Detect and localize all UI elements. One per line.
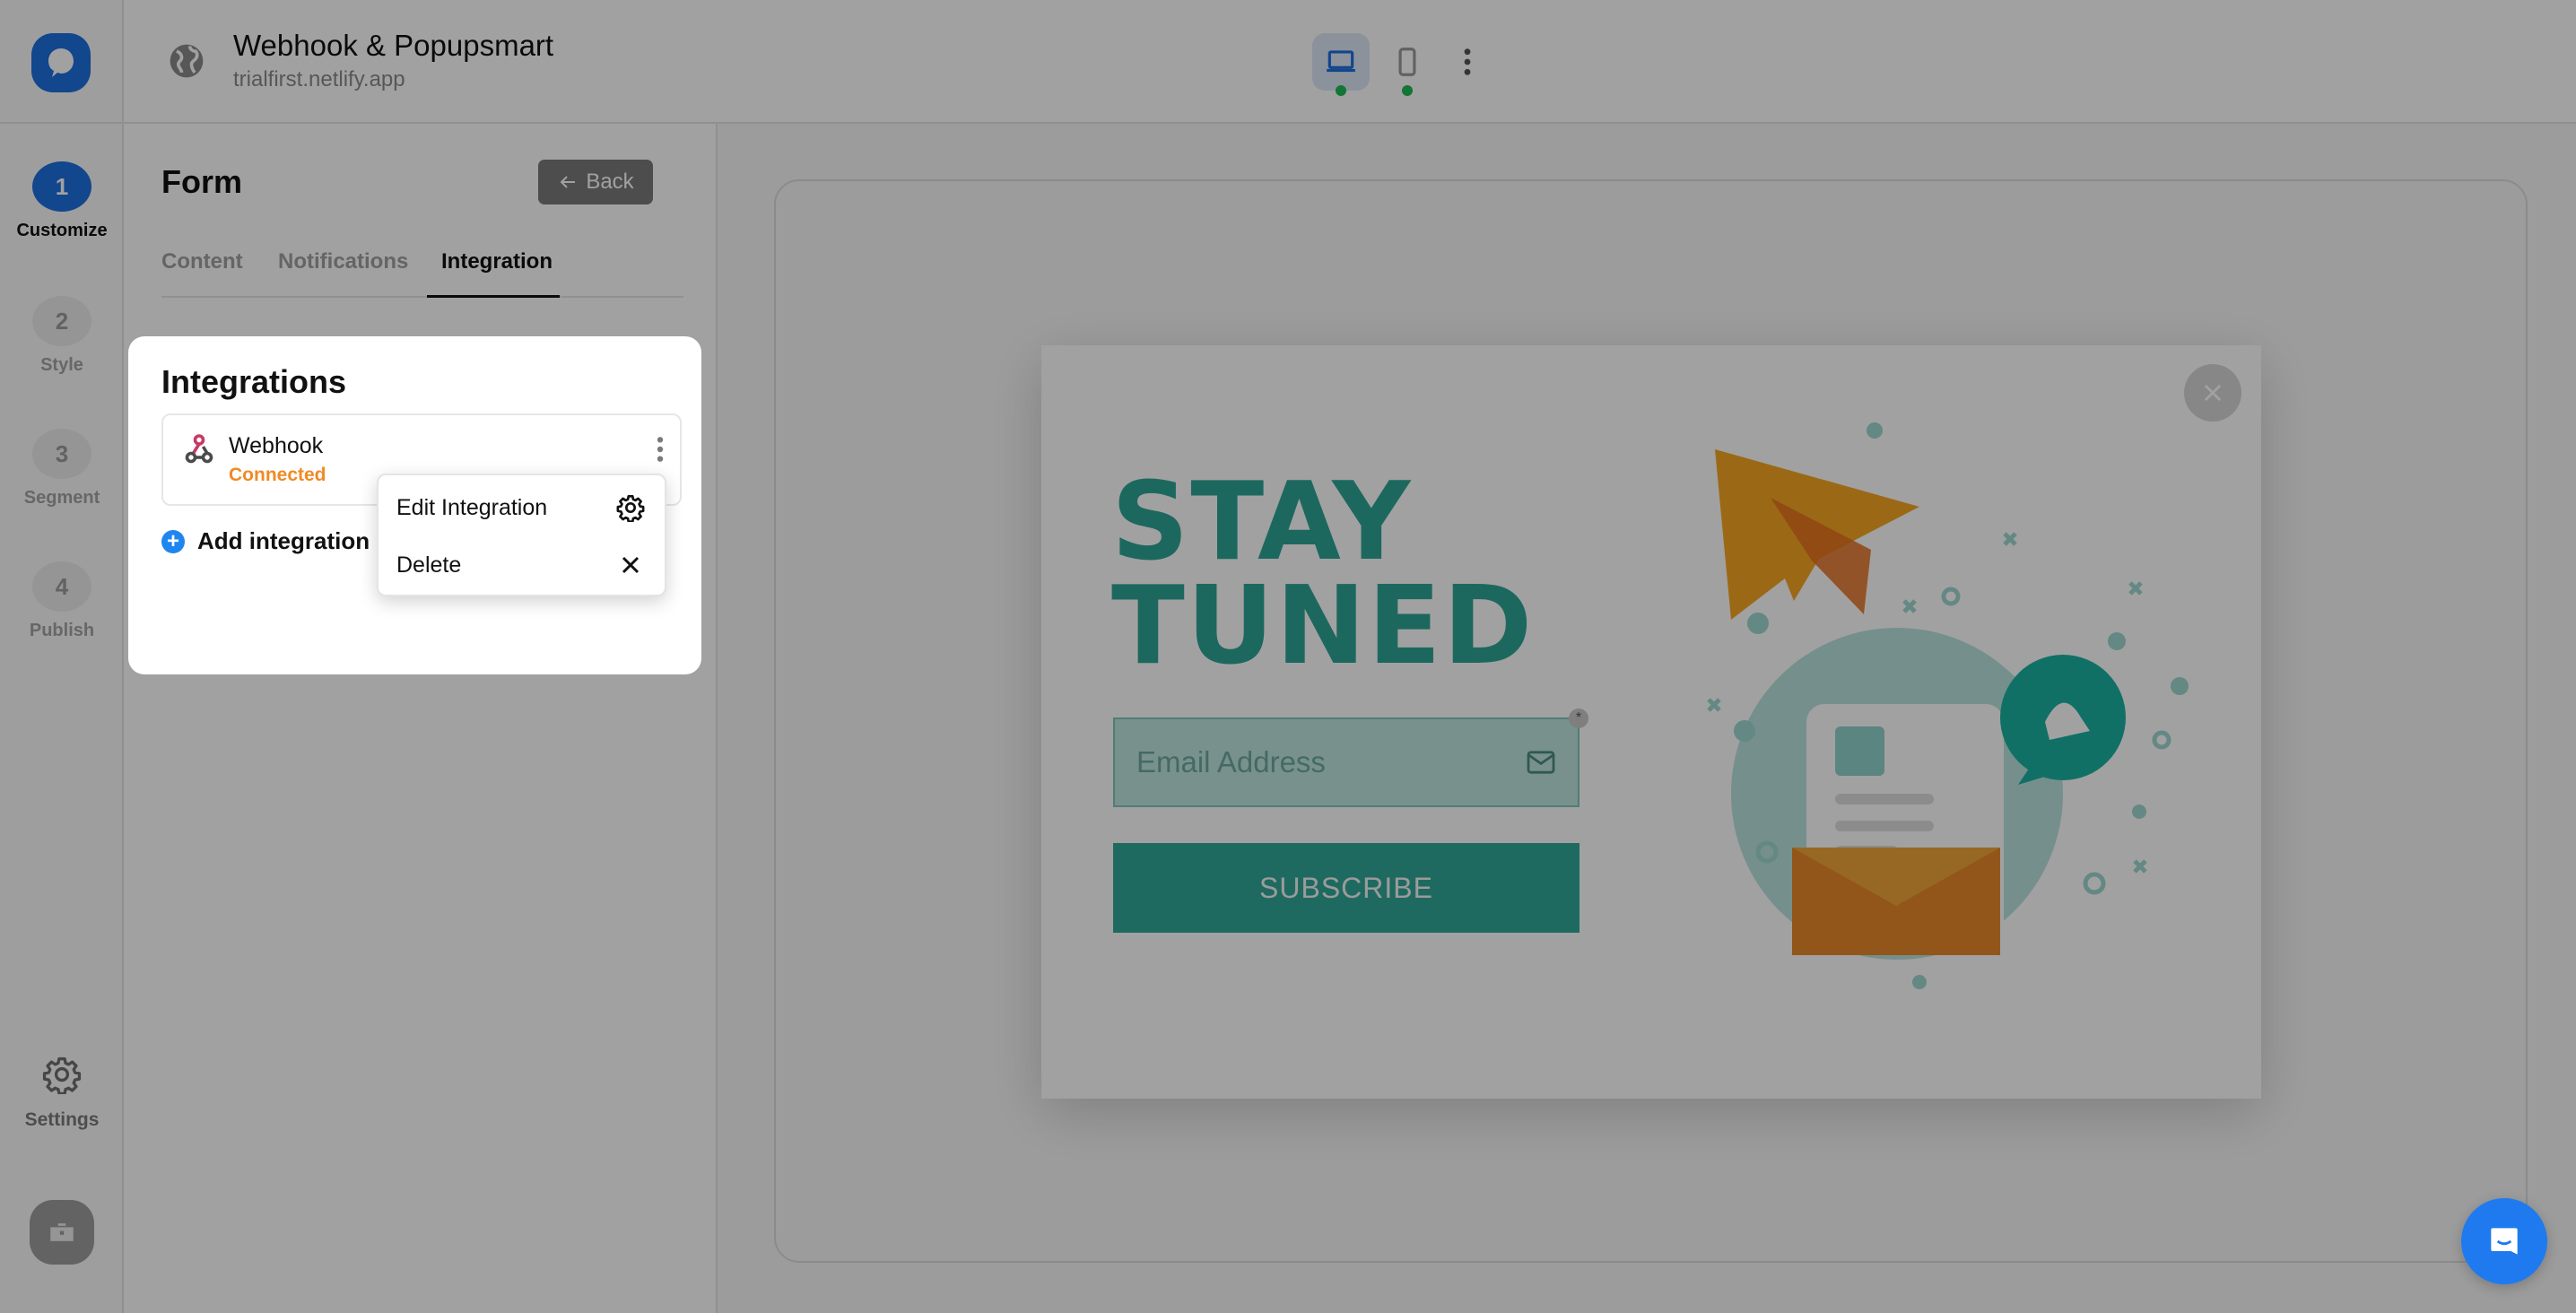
back-label: Back (586, 170, 634, 194)
step-label: Customize (16, 221, 108, 240)
site-title: Webhook & Popupsmart (233, 29, 554, 62)
briefcase-icon (50, 1223, 74, 1241)
logo-icon (48, 48, 74, 77)
step-publish[interactable]: 4 Publish (0, 561, 124, 641)
more-options-icon[interactable] (653, 435, 667, 464)
menu-item-delete[interactable]: Delete (379, 538, 665, 592)
tab-notifications[interactable]: Notifications (278, 249, 408, 298)
step-number: 4 (32, 561, 91, 612)
integrations-title: Integrations (161, 363, 347, 400)
site-url: trialfirst.netlify.app (233, 67, 405, 91)
active-tab-indicator (427, 295, 560, 298)
editor-panel: Form Back Content Notifications Integrat… (124, 124, 718, 1313)
tab-integration[interactable]: Integration (441, 249, 553, 298)
chat-icon (2491, 1228, 2518, 1255)
step-number: 2 (32, 296, 91, 346)
add-integration-label: Add integration (197, 527, 370, 554)
workspace-button[interactable] (30, 1200, 94, 1265)
step-segment[interactable]: 3 Segment (0, 429, 124, 509)
gear-icon (616, 495, 645, 522)
settings-label: Settings (24, 1109, 100, 1130)
email-field[interactable] (1113, 717, 1580, 807)
step-label: Segment (23, 488, 100, 508)
laptop-icon (1327, 50, 1355, 73)
subscribe-button[interactable]: SUBSCRIBE (1113, 843, 1580, 933)
popup-headline: STAY TUNED (1111, 460, 1535, 689)
integration-name: Webhook (229, 433, 324, 458)
email-input[interactable] (1136, 745, 1526, 779)
menu-item-label: Edit Integration (396, 494, 548, 520)
settings-button[interactable]: Settings (0, 1055, 124, 1131)
popupsmart-logo[interactable] (31, 33, 91, 92)
rail-divider (0, 122, 124, 124)
panel-tabs: Content Notifications Integration (161, 249, 683, 298)
tab-content[interactable]: Content (161, 249, 243, 298)
newsletter-illustration (1707, 422, 2189, 989)
close-icon (622, 556, 640, 574)
globe-icon (170, 44, 204, 78)
step-style[interactable]: 2 Style (0, 296, 124, 376)
popup-preview: STAY TUNED * SUBSCRIBE (1041, 345, 2261, 1099)
gear-icon (42, 1056, 82, 1096)
step-number: 3 (32, 429, 91, 479)
add-integration-button[interactable]: + Add integration (161, 527, 370, 555)
mobile-view-button[interactable] (1379, 33, 1436, 91)
integration-context-menu: Edit Integration Delete (377, 474, 666, 596)
desktop-view-button[interactable] (1312, 33, 1370, 91)
menu-item-label: Delete (396, 552, 462, 578)
left-rail: 1 Customize 2 Style 3 Segment 4 Publish … (0, 0, 124, 1313)
webhook-icon (185, 434, 213, 464)
integration-status: Connected (229, 465, 326, 485)
step-label: Style (40, 355, 83, 375)
back-button[interactable]: Back (538, 160, 653, 204)
required-marker: * (1569, 709, 1588, 728)
chat-launcher-button[interactable] (2461, 1198, 2547, 1284)
more-options-icon[interactable] (1458, 47, 1476, 77)
top-header: Webhook & Popupsmart trialfirst.netlify.… (124, 0, 2576, 124)
mobile-status-dot (1402, 85, 1413, 96)
envelope-icon (1527, 751, 1555, 774)
step-number: 1 (32, 161, 91, 212)
headline-line-1: STAY (1111, 460, 1413, 585)
step-customize[interactable]: 1 Customize (0, 161, 124, 241)
panel-title: Form (161, 163, 242, 200)
step-label: Publish (29, 621, 95, 640)
desktop-status-dot (1336, 85, 1346, 96)
phone-icon (1398, 48, 1416, 76)
menu-item-edit-integration[interactable]: Edit Integration (379, 481, 665, 535)
arrow-left-icon (560, 176, 576, 188)
headline-line-2: TUNED (1111, 564, 1535, 689)
plus-icon: + (161, 529, 185, 553)
